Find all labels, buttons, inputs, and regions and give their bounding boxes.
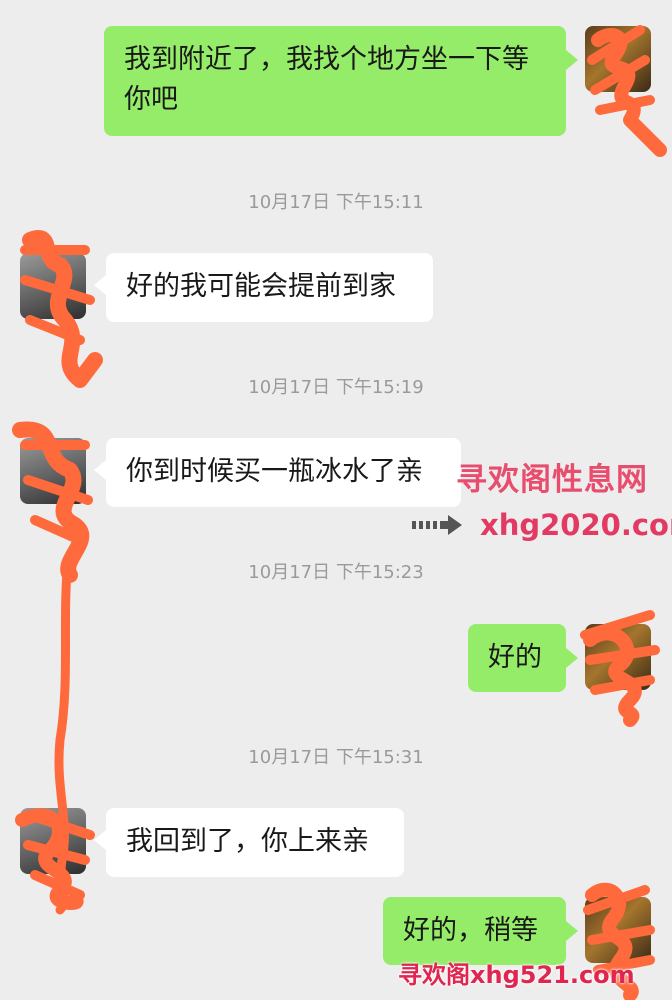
message-bubble-incoming[interactable]: 你到时候买一瓶冰水了亲 [94, 438, 461, 507]
my-avatar[interactable] [585, 897, 651, 963]
message-bubble-outgoing[interactable]: 我到附近了，我找个地方坐一下等你吧 [104, 26, 578, 136]
message-bubble-incoming[interactable]: 我回到了，你上来亲 [94, 808, 404, 877]
message-timestamp: 10月17日 下午15:19 [248, 377, 424, 398]
message-text: 我到附近了，我找个地方坐一下等你吧 [124, 44, 529, 115]
message-bubble-outgoing[interactable]: 好的 [468, 624, 578, 692]
contact-avatar[interactable] [20, 438, 86, 504]
message-text: 好的，稍等 [403, 915, 538, 946]
message-bubble-incoming[interactable]: 好的我可能会提前到家 [94, 253, 433, 322]
arrow-right-icon [412, 515, 462, 535]
watermark-url: xhg2020.com [480, 508, 672, 542]
contact-avatar[interactable] [20, 808, 86, 874]
message-timestamp: 10月17日 下午15:23 [248, 562, 424, 583]
my-avatar[interactable] [585, 624, 651, 690]
contact-avatar[interactable] [20, 253, 86, 319]
message-text: 好的 [488, 642, 542, 673]
watermark-bottom: 寻欢阁xhg521.com [398, 961, 635, 989]
message-timestamp: 10月17日 下午15:31 [248, 747, 424, 768]
watermark-title: 寻欢阁性息网 [456, 462, 648, 498]
message-text: 好的我可能会提前到家 [126, 271, 396, 302]
chat-conversation[interactable]: 我到附近了，我找个地方坐一下等你吧 10月17日 下午15:11 好的我可能会提… [0, 0, 672, 1000]
message-text: 我回到了，你上来亲 [126, 826, 369, 857]
message-timestamp: 10月17日 下午15:11 [248, 192, 424, 213]
my-avatar[interactable] [585, 26, 651, 92]
message-text: 你到时候买一瓶冰水了亲 [126, 456, 423, 487]
